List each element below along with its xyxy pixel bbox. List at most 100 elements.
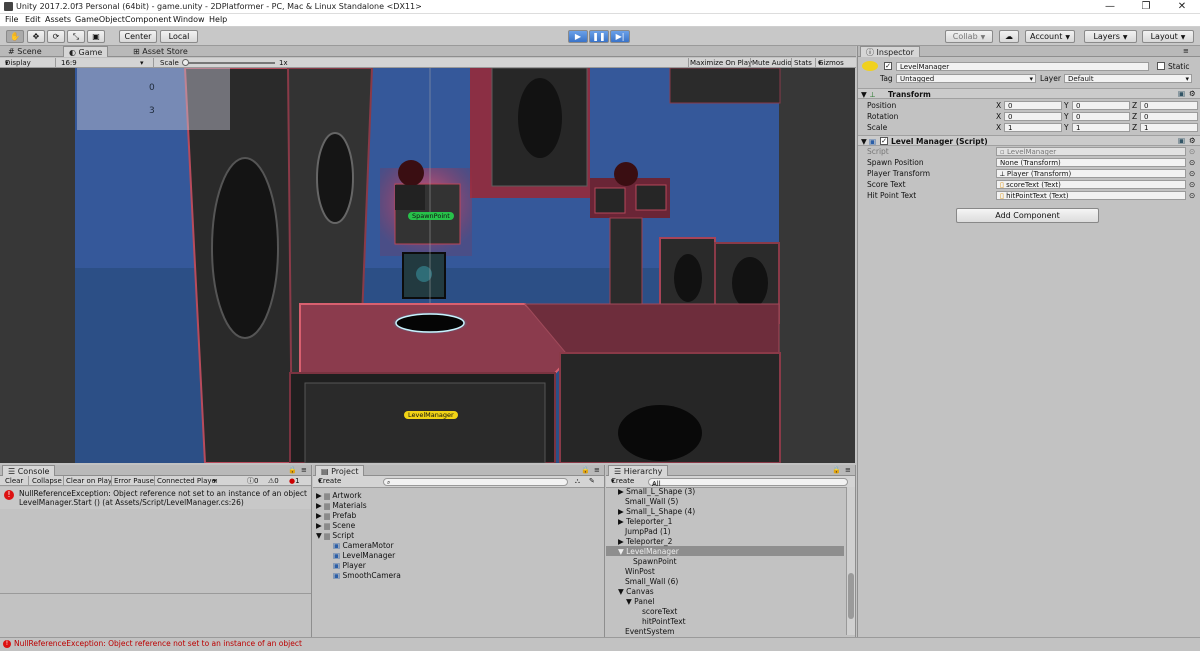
warning-count-toggle[interactable]: ⚠ 0 bbox=[268, 476, 279, 486]
expand-arrow-icon[interactable]: ▼ bbox=[618, 587, 624, 596]
filter-type-icon[interactable]: ⛬ bbox=[575, 476, 580, 486]
hierarchy-item[interactable]: ▶ Small_L_Shape (4) bbox=[618, 507, 695, 516]
gizmos-toggle[interactable]: Gizmos ▾ bbox=[818, 58, 844, 68]
help-icon[interactable]: ▣ bbox=[1178, 136, 1185, 145]
position-x-field[interactable]: 0 bbox=[1004, 101, 1062, 110]
add-component-button[interactable]: Add Component bbox=[956, 208, 1099, 223]
script-component-header[interactable]: ▼ ▣ ✓ Level Manager (Script) ▣ ⚙ bbox=[858, 135, 1200, 146]
object-name-field[interactable]: LevelManager bbox=[896, 62, 1149, 71]
tab-hierarchy[interactable]: ☰ Hierarchy bbox=[608, 465, 669, 476]
panel-menu-icon[interactable]: ≡ bbox=[1183, 47, 1189, 55]
panel-menu-icon[interactable]: ≡ bbox=[594, 466, 600, 474]
tab-game[interactable]: ◐ Game bbox=[63, 46, 109, 57]
hierarchy-item[interactable]: ▶ Teleporter_2 bbox=[618, 537, 672, 546]
menu-file[interactable]: File bbox=[5, 15, 18, 24]
layout-button[interactable]: Layout ▼ bbox=[1142, 30, 1194, 43]
layers-button[interactable]: Layers ▼ bbox=[1084, 30, 1137, 43]
rotation-z-field[interactable]: 0 bbox=[1140, 112, 1198, 121]
console-log-entry[interactable]: ! NullReferenceException: Object referen… bbox=[0, 487, 311, 509]
collapse-arrow-icon[interactable]: ▼ bbox=[861, 90, 867, 99]
script-player[interactable]: ▣ Player bbox=[333, 561, 366, 570]
scale-slider-thumb[interactable] bbox=[182, 59, 189, 66]
account-button[interactable]: Account ▼ bbox=[1025, 30, 1075, 43]
display-select[interactable]: Display 1 ▾ bbox=[5, 58, 31, 77]
scrollbar-thumb[interactable] bbox=[848, 573, 854, 619]
mute-audio-toggle[interactable]: Mute Audio bbox=[752, 58, 792, 68]
menu-assets[interactable]: Assets bbox=[45, 15, 71, 24]
lock-icon[interactable]: 🔒 bbox=[832, 466, 841, 474]
pause-button[interactable]: ❚❚ bbox=[589, 30, 609, 43]
folder-script[interactable]: ▼ ▆ Script bbox=[316, 531, 354, 540]
transform-header[interactable]: ▼ ⟂ Transform ▣ ⚙ bbox=[858, 88, 1200, 99]
stats-toggle[interactable]: Stats bbox=[794, 58, 812, 68]
hierarchy-item[interactable]: WinPost bbox=[625, 567, 655, 576]
info-count-toggle[interactable]: ⓘ 0 bbox=[247, 476, 258, 486]
component-settings-icon[interactable]: ⚙ bbox=[1189, 89, 1196, 98]
help-icon[interactable]: ▣ bbox=[1178, 89, 1185, 98]
expand-arrow-icon[interactable]: ▶ bbox=[618, 487, 624, 496]
expand-arrow-icon[interactable]: ▼ bbox=[618, 547, 624, 556]
hierarchy-item[interactable]: scoreText bbox=[642, 607, 677, 616]
hierarchy-item[interactable]: Small_Wall (5) bbox=[625, 497, 678, 506]
hierarchy-item[interactable]: ▼ Canvas bbox=[618, 587, 654, 596]
folder-materials[interactable]: ▶ ▆ Materials bbox=[316, 501, 367, 510]
hierarchy-item[interactable]: ▼ Panel bbox=[626, 597, 654, 606]
collapse-arrow-icon[interactable]: ▼ bbox=[861, 137, 867, 146]
lock-icon[interactable]: 🔒 bbox=[288, 466, 297, 474]
expand-arrow-icon[interactable]: ▶ bbox=[618, 537, 624, 546]
clear-button[interactable]: Clear bbox=[5, 476, 23, 486]
spawn-position-field[interactable]: None (Transform) bbox=[996, 158, 1186, 167]
maximize-on-play-toggle[interactable]: Maximize On Play bbox=[690, 58, 752, 68]
active-checkbox[interactable]: ✓ bbox=[884, 62, 892, 70]
tab-asset-store[interactable]: ⊞ Asset Store bbox=[128, 46, 193, 57]
layer-dropdown[interactable]: Default ▾ bbox=[1064, 74, 1192, 83]
pivot-center-button[interactable]: Center bbox=[119, 30, 157, 43]
rect-tool-icon[interactable]: ▣ bbox=[87, 30, 105, 43]
hierarchy-search-input[interactable]: ⌕ All bbox=[648, 478, 848, 488]
hierarchy-item[interactable]: hitPointText bbox=[642, 617, 686, 626]
folder-scene[interactable]: ▶ ▆ Scene bbox=[316, 521, 355, 530]
position-y-field[interactable]: 0 bbox=[1072, 101, 1130, 110]
folder-artwork[interactable]: ▶ ▆ Artwork bbox=[316, 491, 362, 500]
tab-console[interactable]: ☰ Console bbox=[2, 465, 56, 476]
error-count-toggle[interactable]: ● 1 bbox=[289, 476, 300, 486]
create-button[interactable]: Create ▾ bbox=[611, 476, 634, 486]
hierarchy-item-selected[interactable]: ▼ LevelManager bbox=[618, 547, 679, 556]
score-text-field[interactable]: ▯ scoreText (Text) bbox=[996, 180, 1186, 189]
script-level-manager[interactable]: ▣ LevelManager bbox=[333, 551, 395, 560]
panel-menu-icon[interactable]: ≡ bbox=[301, 466, 307, 474]
connected-player-button[interactable]: Connected Player bbox=[157, 476, 217, 486]
connected-player-caret-icon[interactable]: ▾ bbox=[213, 476, 217, 486]
panel-menu-icon[interactable]: ≡ bbox=[845, 466, 851, 474]
menu-help[interactable]: Help bbox=[209, 15, 227, 24]
position-z-field[interactable]: 0 bbox=[1140, 101, 1198, 110]
object-picker-icon[interactable]: ⊙ bbox=[1189, 180, 1195, 189]
filter-label-icon[interactable]: ✎ bbox=[589, 476, 595, 486]
expand-arrow-icon[interactable]: ▼ bbox=[626, 597, 632, 606]
folder-prefab[interactable]: ▶ ▆ Prefab bbox=[316, 511, 356, 520]
tag-dropdown[interactable]: Untagged ▾ bbox=[896, 74, 1036, 83]
game-view[interactable]: 0 3 SpawnPoint LevelManager bbox=[0, 68, 855, 463]
menu-component[interactable]: Component bbox=[125, 15, 171, 24]
maximize-button[interactable]: ❐ bbox=[1128, 0, 1164, 14]
tab-inspector[interactable]: ⓘ Inspector bbox=[860, 46, 920, 57]
hierarchy-item[interactable]: ▶ Small_L_Shape (3) bbox=[618, 487, 695, 496]
hierarchy-item[interactable]: ▶ Teleporter_1 bbox=[618, 517, 672, 526]
play-button[interactable]: ▶ bbox=[568, 30, 588, 43]
hierarchy-item[interactable]: EventSystem bbox=[625, 627, 674, 636]
expand-arrow-icon[interactable]: ▶ bbox=[618, 507, 624, 516]
script-smooth-camera[interactable]: ▣ SmoothCamera bbox=[333, 571, 401, 580]
static-checkbox[interactable] bbox=[1157, 62, 1165, 70]
object-picker-icon[interactable]: ⊙ bbox=[1189, 191, 1195, 200]
component-settings-icon[interactable]: ⚙ bbox=[1189, 136, 1196, 145]
cloud-icon[interactable]: ☁ bbox=[999, 30, 1019, 43]
tab-scene[interactable]: # Scene bbox=[3, 46, 47, 57]
error-pause-button[interactable]: Error Pause bbox=[114, 476, 154, 486]
close-button[interactable]: ✕ bbox=[1164, 0, 1200, 14]
scale-z-field[interactable]: 1 bbox=[1140, 123, 1198, 132]
object-picker-icon[interactable]: ⊙ bbox=[1189, 158, 1195, 167]
create-button[interactable]: Create ▾ bbox=[318, 476, 341, 486]
object-picker-icon[interactable]: ⊙ bbox=[1189, 169, 1195, 178]
scale-x-field[interactable]: 1 bbox=[1004, 123, 1062, 132]
collab-button[interactable]: Collab ▼ bbox=[945, 30, 993, 43]
